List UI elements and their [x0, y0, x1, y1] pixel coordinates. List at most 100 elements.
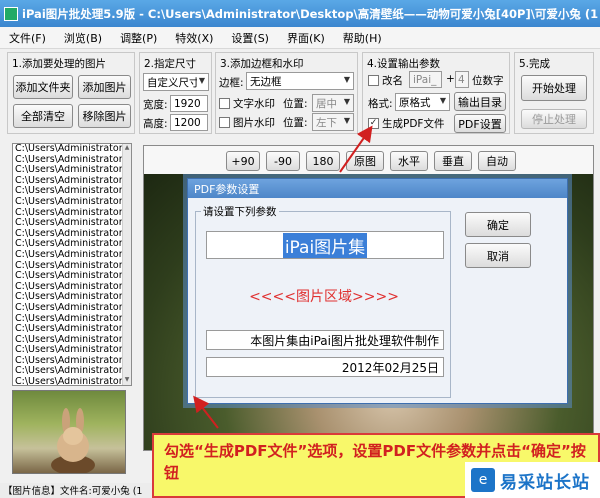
finish-panel: 5.完成 开始处理 停止处理 — [514, 52, 594, 134]
digits-input[interactable]: 4 — [455, 71, 469, 88]
format-value: 原格式 — [399, 96, 431, 109]
file-list-item[interactable]: C:\Users\Administrator\D — [13, 208, 131, 219]
rotate-minus90-button[interactable]: -90 — [266, 151, 300, 171]
image-thumbnail — [12, 390, 126, 474]
position-label-2: 位置: — [283, 117, 308, 129]
height-input[interactable]: 1200 — [170, 114, 208, 131]
size-panel-label: 2.指定尺寸 — [144, 58, 197, 70]
menu-settings[interactable]: 设置(S) — [222, 30, 278, 46]
flip-vertical-button[interactable]: 垂直 — [434, 151, 472, 171]
auto-rotate-button[interactable]: 自动 — [478, 151, 516, 171]
file-list-item[interactable]: C:\Users\Administrator\D — [13, 314, 131, 325]
file-list-item[interactable]: C:\Users\Administrator\D — [13, 303, 131, 314]
chevron-down-icon: ▼ — [439, 96, 446, 105]
add-image-button[interactable]: 添加图片 — [78, 75, 131, 99]
file-list-item[interactable]: C:\Users\Administrator\D — [13, 239, 131, 250]
text-watermark-position-select[interactable]: 居中 ▼ — [312, 94, 354, 112]
output-panel: 4.设置输出参数 改名 iPai_ + 4 位数字 格式: 原格式 ▼ 输出目录… — [362, 52, 510, 134]
image-watermark-position-select[interactable]: 左下 ▼ — [312, 113, 354, 131]
add-images-panel-label: 1.添加要处理的图片 — [12, 58, 107, 70]
file-list-item[interactable]: C:\Users\Administrator\D — [13, 250, 131, 261]
menu-adjust[interactable]: 调整(P) — [111, 30, 166, 46]
file-list-item[interactable]: C:\Users\Administrator\D — [13, 335, 131, 346]
width-input[interactable]: 1920 — [170, 95, 208, 112]
pdf-title-value: iPai图片集 — [282, 232, 368, 258]
image-watermark-label: 图片水印 — [233, 117, 275, 129]
rotate-180-button[interactable]: 180 — [306, 151, 340, 171]
menu-effects[interactable]: 特效(X) — [166, 30, 222, 46]
file-list-item[interactable]: C:\Users\Administrator\D — [13, 186, 131, 197]
file-list-item[interactable]: C:\Users\Administrator\D — [13, 377, 131, 385]
border-select[interactable]: 无边框 ▼ — [246, 72, 354, 90]
file-list-item[interactable]: C:\Users\Administrator\D — [13, 345, 131, 356]
file-list-item[interactable]: C:\Users\Administrator\D — [13, 144, 131, 155]
file-list[interactable]: C:\Users\Administrator\D C:\Users\Adminis… — [12, 143, 132, 386]
file-list-item[interactable]: C:\Users\Administrator\D — [13, 292, 131, 303]
chevron-down-icon: ▼ — [198, 76, 205, 85]
menu-interface[interactable]: 界面(K) — [278, 30, 334, 46]
app-icon — [4, 6, 18, 21]
file-list-item[interactable]: C:\Users\Administrator\D — [13, 165, 131, 176]
file-list-item[interactable]: C:\Users\Administrator\D — [13, 324, 131, 335]
text-watermark-checkbox[interactable] — [219, 98, 230, 109]
pdf-settings-dialog: PDF参数设置 请设置下列参数 iPai图片集 <<<<图片区域>>>> 本图片… — [187, 178, 568, 404]
menu-file[interactable]: 文件(F) — [0, 30, 55, 46]
start-processing-button[interactable]: 开始处理 — [521, 75, 587, 101]
chevron-down-icon: ▼ — [343, 75, 350, 84]
image-watermark-checkbox[interactable] — [219, 117, 230, 128]
pdf-date-input[interactable]: 2012年02月25日 — [206, 357, 444, 377]
pdf-dialog-title: PDF参数设置 — [188, 179, 567, 198]
clear-all-button[interactable]: 全部清空 — [13, 104, 73, 128]
site-watermark: e 易采站长站 — [465, 462, 600, 498]
format-label: 格式: — [368, 98, 393, 110]
window-title: iPai图片批处理5.9版 - C:\Users\Administrator\D… — [22, 6, 599, 21]
generate-pdf-checkbox[interactable]: ✓ — [368, 118, 379, 129]
file-list-item[interactable]: C:\Users\Administrator\D — [13, 366, 131, 377]
format-select[interactable]: 原格式 ▼ — [395, 93, 450, 111]
rotate-plus90-button[interactable]: +90 — [226, 151, 260, 171]
border-label: 边框: — [219, 77, 244, 89]
remove-image-button[interactable]: 移除图片 — [78, 104, 131, 128]
scroll-up-icon[interactable]: ▲ — [123, 144, 131, 153]
finish-panel-label: 5.完成 — [519, 58, 551, 70]
file-list-item[interactable]: C:\Users\Administrator\D — [13, 155, 131, 166]
pdf-cancel-button[interactable]: 取消 — [465, 243, 531, 268]
border-watermark-panel: 3.添加边框和水印 边框: 无边框 ▼ 文字水印 位置: 居中 ▼ 图片水印 位… — [215, 52, 358, 134]
original-image-button[interactable]: 原图 — [346, 151, 384, 171]
size-mode-select[interactable]: 自定义尺寸 ▼ — [143, 73, 209, 91]
rename-prefix-input[interactable]: iPai_ — [409, 71, 442, 88]
size-panel: 2.指定尺寸 自定义尺寸 ▼ 宽度: 1920 高度: 1200 — [139, 52, 212, 134]
menu-help[interactable]: 帮助(H) — [334, 30, 391, 46]
menu-bar: 文件(F) 浏览(B) 调整(P) 特效(X) 设置(S) 界面(K) 帮助(H… — [0, 27, 600, 49]
rename-checkbox[interactable] — [368, 75, 379, 86]
scroll-down-icon[interactable]: ▼ — [123, 376, 131, 385]
file-list-scrollbar[interactable]: ▲ ▼ — [122, 144, 131, 385]
flip-horizontal-button[interactable]: 水平 — [390, 151, 428, 171]
pdf-description-input[interactable]: 本图片集由iPai图片批处理软件制作 — [206, 330, 444, 350]
file-list-item[interactable]: C:\Users\Administrator\D — [13, 261, 131, 272]
file-list-items: C:\Users\Administrator\D C:\Users\Adminis… — [13, 144, 131, 385]
file-list-item[interactable]: C:\Users\Administrator\D — [13, 197, 131, 208]
file-list-item[interactable]: C:\Users\Administrator\D — [13, 356, 131, 367]
rename-label: 改名 — [382, 75, 403, 87]
file-list-item[interactable]: C:\Users\Administrator\D — [13, 271, 131, 282]
pdf-settings-button[interactable]: PDF设置 — [454, 114, 506, 133]
menu-browse[interactable]: 浏览(B) — [55, 30, 111, 46]
file-list-item[interactable]: C:\Users\Administrator\D — [13, 176, 131, 187]
size-mode-value: 自定义尺寸 — [147, 76, 197, 89]
stop-processing-button[interactable]: 停止处理 — [521, 109, 587, 129]
file-list-item[interactable]: C:\Users\Administrator\D — [13, 218, 131, 229]
width-label: 宽度: — [143, 99, 168, 111]
position-label-1: 位置: — [283, 98, 308, 110]
add-folder-button[interactable]: 添加文件夹 — [13, 75, 73, 99]
image-watermark-position-value: 左下 — [316, 116, 337, 129]
file-list-item[interactable]: C:\Users\Administrator\D — [13, 229, 131, 240]
pdf-title-input[interactable]: iPai图片集 — [206, 231, 444, 259]
pdf-ok-button[interactable]: 确定 — [465, 212, 531, 237]
add-images-panel: 1.添加要处理的图片 添加文件夹 添加图片 全部清空 移除图片 — [7, 52, 135, 134]
pdf-params-group: 请设置下列参数 iPai图片集 <<<<图片区域>>>> 本图片集由iPai图片… — [195, 204, 451, 398]
file-list-item[interactable]: C:\Users\Administrator\D — [13, 282, 131, 293]
output-dir-button[interactable]: 输出目录 — [454, 92, 506, 111]
chevron-down-icon: ▼ — [343, 97, 350, 106]
rabbit-thumbnail-image — [51, 408, 95, 473]
